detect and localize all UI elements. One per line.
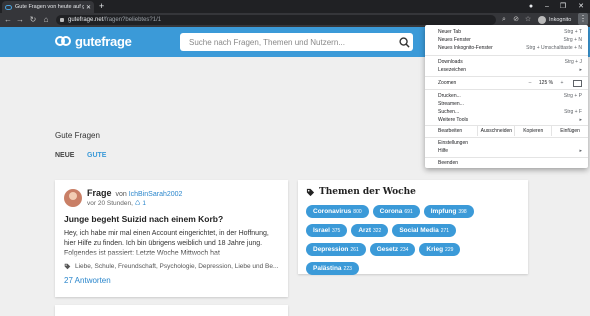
answers-link[interactable]: 27 Antworten: [64, 276, 279, 285]
topic-pill[interactable]: Gesetz 234: [369, 243, 416, 256]
menu-divider: [425, 89, 588, 90]
topic-pill[interactable]: Corona 691: [372, 205, 420, 218]
search-icon[interactable]: [395, 33, 413, 51]
question-title[interactable]: Junge begeht Suizid nach einem Korb?: [64, 214, 279, 224]
tag-icon: [64, 263, 71, 270]
menu-item-more-tools[interactable]: Weitere Tools ▸: [438, 116, 582, 124]
question-card[interactable]: Frage von IchBinSarah2002 vor 20 Stunden…: [55, 180, 288, 297]
url-text: gutefrage.net/fragen?beliebtes?1/1: [68, 17, 162, 23]
zoom-out-button[interactable]: –: [523, 80, 537, 86]
logo-bubbles-icon: [55, 35, 72, 48]
question-tags: Liebe, Schule, Freundschaft, Psychologie…: [64, 263, 279, 270]
menu-cut-button[interactable]: Ausschneiden: [477, 126, 514, 136]
menu-item-exit[interactable]: Beenden: [438, 159, 582, 167]
menu-item-downloads[interactable]: Downloads Strg + J: [438, 58, 582, 66]
search-input[interactable]: Suche nach Fragen, Themen und Nutzern...: [180, 33, 413, 51]
submenu-arrow-icon: ▸: [579, 148, 582, 154]
forward-icon[interactable]: →: [15, 14, 25, 26]
topics-title: Themen der Woche: [319, 187, 416, 197]
topic-pill[interactable]: Krieg 229: [419, 243, 461, 256]
tab-close-icon[interactable]: ✕: [86, 4, 91, 11]
topic-pill[interactable]: Palästina 223: [306, 262, 359, 275]
menu-item-zoom: Zoomen – 125 % +: [438, 79, 582, 87]
site-logo[interactable]: gutefrage: [55, 34, 132, 49]
submenu-arrow-icon: ▸: [579, 117, 582, 123]
menu-divider: [425, 76, 588, 77]
address-bar[interactable]: gutefrage.net/fragen?beliebtes?1/1: [56, 15, 496, 25]
menu-item-print[interactable]: Drucken... Strg + P: [438, 92, 582, 100]
topic-pill[interactable]: Social Media 271: [392, 224, 457, 237]
home-icon[interactable]: ⌂: [41, 14, 51, 26]
tag-icon: [306, 188, 315, 196]
topic-pill[interactable]: Arzt 322: [351, 224, 389, 237]
zoom-icon[interactable]: ⌕: [499, 15, 509, 25]
vote-count: 1: [142, 200, 146, 207]
menu-edit-label: Bearbeiten: [438, 128, 463, 134]
topic-pill[interactable]: Israel 375: [306, 224, 348, 237]
menu-item-cast[interactable]: Streamen...: [438, 100, 582, 108]
zoom-in-button[interactable]: +: [555, 80, 569, 86]
new-tab-icon[interactable]: +: [99, 1, 104, 12]
menu-item-new-window[interactable]: Neues Fenster Strg + N: [438, 36, 582, 44]
maximize-icon[interactable]: ❐: [556, 0, 570, 13]
menu-copy-button[interactable]: Kopieren: [514, 126, 551, 136]
topics-header: Themen der Woche: [306, 187, 520, 197]
incognito-eye-icon[interactable]: ⊘: [511, 15, 521, 25]
question-label: Frage: [87, 188, 112, 198]
zoom-level: 125 %: [538, 80, 554, 86]
topic-pill[interactable]: Depression 261: [306, 243, 366, 256]
menu-divider: [425, 137, 588, 138]
menu-divider: [425, 55, 588, 56]
menu-item-find[interactable]: Suchen... Strg + F: [438, 108, 582, 116]
tab-new[interactable]: NEUE: [55, 152, 74, 159]
question-meta: Frage von IchBinSarah2002: [87, 188, 182, 198]
tags-list[interactable]: Liebe, Schule, Freundschaft, Psychologie…: [75, 263, 278, 270]
menu-item-bookmarks[interactable]: Lesezeichen ▸: [438, 66, 582, 74]
topic-pill[interactable]: Impfung 398: [423, 205, 474, 218]
next-question-card[interactable]: [55, 305, 288, 316]
incognito-avatar-icon: [538, 16, 546, 24]
menu-paste-button[interactable]: Einfügen: [551, 126, 588, 136]
menu-edit-row: Bearbeiten Ausschneiden Kopieren Einfüge…: [425, 126, 588, 136]
close-window-icon[interactable]: ✕: [574, 0, 588, 13]
lock-icon[interactable]: [60, 18, 64, 22]
chrome-menu-icon[interactable]: ⋮: [578, 13, 588, 25]
question-sub-meta: vor 20 Stunden, ♺ 1: [87, 199, 182, 207]
question-time: vor 20 Stunden,: [87, 200, 133, 207]
menu-item-settings[interactable]: Einstellungen: [438, 139, 582, 147]
by-text: von: [115, 191, 127, 198]
topic-pills: Coronavirus 800 Corona 691 Impfung 398 Isra…: [306, 205, 520, 281]
bookmark-star-icon[interactable]: ☆: [523, 15, 533, 25]
avatar[interactable]: [64, 188, 82, 207]
question-header: Frage von IchBinSarah2002 vor 20 Stunden…: [64, 188, 279, 207]
minimize-icon[interactable]: –: [540, 0, 554, 13]
topics-of-week-card: Themen der Woche Coronavirus 800 Corona 69…: [298, 180, 528, 275]
browser-tab-strip: Gute Fragen von heute auf gutef... ✕ + ●…: [0, 0, 590, 13]
submenu-arrow-icon: ▸: [579, 67, 582, 73]
back-icon[interactable]: ←: [3, 14, 13, 26]
reload-icon[interactable]: ↻: [28, 14, 38, 26]
logo-text: gutefrage: [75, 34, 132, 49]
page-title: Gute Fragen: [55, 131, 100, 140]
author-link[interactable]: IchBinSarah2002: [129, 191, 183, 198]
search-placeholder: Suche nach Fragen, Themen und Nutzern...: [189, 37, 345, 47]
menu-item-new-tab[interactable]: Neuer Tab Strg + T: [438, 28, 582, 36]
tab-good[interactable]: GUTE: [87, 152, 106, 159]
menu-divider: [425, 157, 588, 158]
menu-item-new-incognito[interactable]: Neues Inkognito-Fenster Strg + Umschaltta…: [438, 44, 582, 52]
profile-button[interactable]: Inkognito: [538, 15, 571, 25]
zoom-controls: – 125 % +: [523, 79, 582, 87]
topic-pill[interactable]: Coronavirus 800: [306, 205, 369, 218]
helpful-vote-icon[interactable]: ♺: [135, 200, 141, 207]
question-body: Hey, ich habe mir mal einen Account eing…: [64, 229, 279, 259]
tab-search-icon[interactable]: ●: [524, 0, 538, 13]
profile-label: Inkognito: [549, 17, 572, 23]
tab-title: Gute Fragen von heute auf gutef...: [15, 4, 84, 10]
menu-item-help[interactable]: Hilfe ▸: [438, 147, 582, 155]
fullscreen-icon[interactable]: [573, 79, 582, 87]
browser-tab[interactable]: Gute Fragen von heute auf gutef... ✕: [2, 1, 94, 13]
chrome-menu: Neuer Tab Strg + T Neues Fenster Strg + N …: [425, 25, 588, 168]
site-favicon-icon: [5, 4, 12, 10]
